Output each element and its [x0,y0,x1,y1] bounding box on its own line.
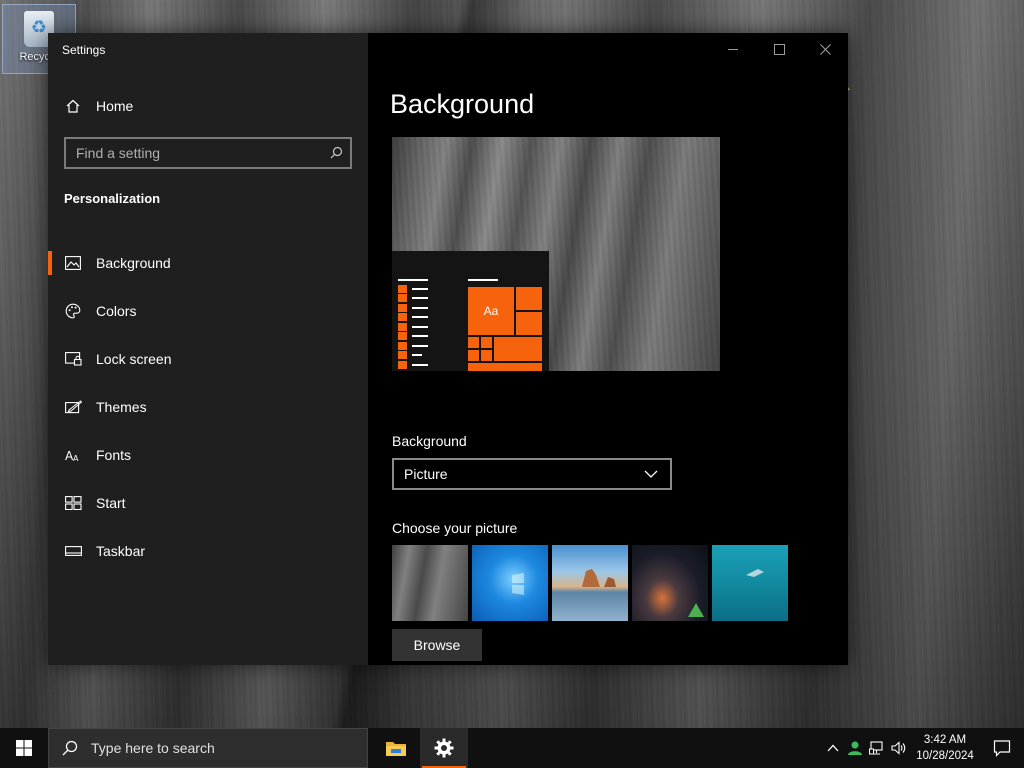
start-button[interactable] [0,728,48,768]
sidebar-item-lock-screen[interactable]: Lock screen [48,335,368,383]
sidebar-item-label: Lock screen [96,351,172,367]
speaker-icon [891,741,906,755]
personalization-nav: Background Colors Lock screen Themes A A… [48,239,368,575]
taskbar: Type here to search 3:42 AM 10/28/2024 [0,728,1024,768]
tray-overflow-button[interactable] [822,728,844,768]
sidebar-item-label: Colors [96,303,137,319]
sidebar: Settings Home Personalization Background [48,33,368,665]
preview-tile-large: Aa [468,287,514,335]
themes-icon [64,398,82,416]
sidebar-home[interactable]: Home [64,95,133,117]
sidebar-item-fonts[interactable]: AA Fonts [48,431,368,479]
page-title: Background [390,89,535,119]
folder-icon [386,742,406,756]
system-tray: 3:42 AM 10/28/2024 [822,728,1024,768]
preview-start-menu: Aa [392,251,549,371]
picture-thumbnail-rock[interactable] [392,545,468,621]
notification-icon [993,740,1011,757]
sidebar-item-label: Themes [96,399,147,415]
windows-start-icon [16,740,32,756]
choose-picture-label: Choose your picture [392,520,518,536]
sidebar-item-background[interactable]: Background [48,239,368,287]
background-preview: Aa [392,137,720,371]
lock-screen-icon [64,350,82,368]
tray-volume[interactable] [888,728,910,768]
sidebar-item-label: Background [96,255,171,271]
picture-thumbnails [392,545,788,621]
sidebar-home-label: Home [96,98,134,114]
window-title: Settings [62,43,106,57]
chevron-down-icon [642,465,660,483]
sidebar-item-colors[interactable]: Colors [48,287,368,335]
background-type-value: Picture [404,466,448,482]
find-setting-input[interactable] [66,139,350,167]
picture-icon [64,254,82,272]
sidebar-item-label: Taskbar [96,543,146,559]
sidebar-item-taskbar[interactable]: Taskbar [48,527,368,575]
taskbar-search-box[interactable]: Type here to search [48,728,368,768]
preview-list-header [398,279,428,281]
sidebar-item-label: Fonts [96,447,132,463]
sidebar-item-label: Start [96,495,126,511]
tray-user-status[interactable] [844,728,866,768]
search-icon[interactable] [330,146,343,159]
background-type-label: Background [392,433,467,449]
taskbar-icon [64,542,82,560]
svg-text:A: A [73,454,79,463]
sidebar-item-themes[interactable]: Themes [48,383,368,431]
picture-thumbnail-beach[interactable] [552,545,628,621]
start-icon [64,494,82,512]
rock-arch-icon [582,569,616,587]
preview-app-list [398,284,428,370]
tray-network[interactable] [866,728,888,768]
action-center-button[interactable] [980,728,1024,768]
settings-window: Settings Home Personalization Background [48,33,848,665]
network-icon [869,741,883,755]
home-icon [64,97,82,115]
tent-icon [688,603,704,617]
taskbar-settings[interactable] [420,728,468,768]
taskbar-search-placeholder: Type here to search [91,740,215,756]
sidebar-item-start[interactable]: Start [48,479,368,527]
picture-thumbnail-underwater[interactable] [712,545,788,621]
background-type-dropdown[interactable]: Picture [392,458,672,490]
windows-logo-icon [512,573,524,595]
clock-time: 3:42 AM [923,734,967,746]
browse-button[interactable]: Browse [392,629,482,661]
picture-thumbnail-night-sky[interactable] [632,545,708,621]
section-title: Personalization [64,191,161,206]
taskbar-file-explorer[interactable] [372,728,420,768]
palette-icon [64,302,82,320]
gear-icon [434,738,454,758]
main-pane: Background Aa Background Picture Choose … [368,33,848,665]
user-status-icon [848,741,862,755]
chevron-up-icon [827,744,839,752]
find-setting-search [64,137,352,169]
taskbar-clock[interactable]: 3:42 AM 10/28/2024 [910,732,980,764]
picture-thumbnail-windows[interactable] [472,545,548,621]
preview-tiles-header [468,279,498,281]
search-icon [61,739,79,757]
clock-date: 10/28/2024 [916,750,974,762]
swimmer-icon [746,569,764,577]
fonts-icon: AA [64,446,82,464]
